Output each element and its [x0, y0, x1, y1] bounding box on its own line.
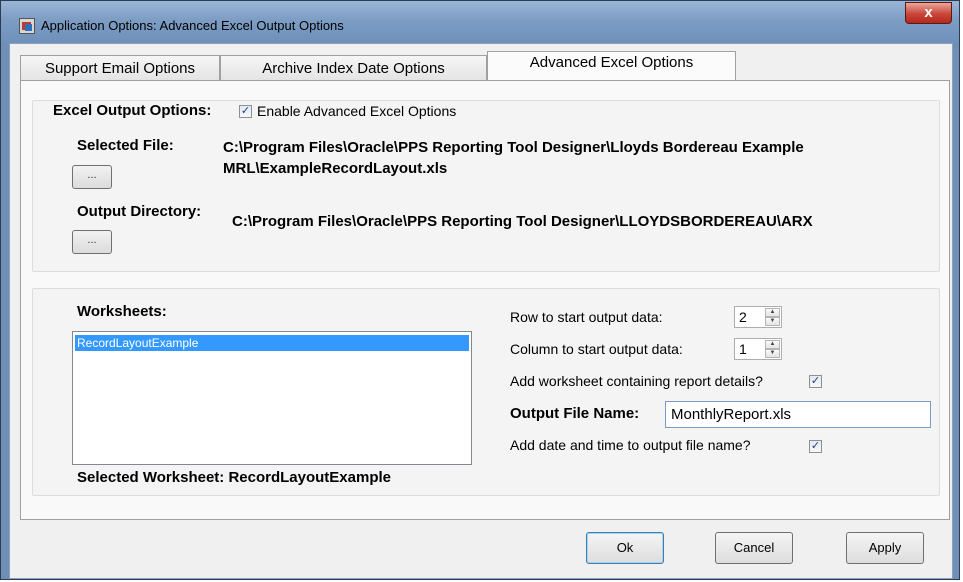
spinner-down-icon[interactable]: ▼ — [765, 317, 780, 326]
options-window: Application Options: Advanced Excel Outp… — [0, 0, 960, 580]
tab-advanced-excel[interactable]: Advanced Excel Options — [487, 51, 736, 80]
add-worksheet-label: Add worksheet containing report details? — [510, 373, 763, 389]
tab-archive-index-date[interactable]: Archive Index Date Options — [220, 55, 487, 80]
title-bar[interactable]: Application Options: Advanced Excel Outp… — [1, 1, 959, 43]
row-start-label: Row to start output data: — [510, 309, 663, 325]
column-start-label: Column to start output data: — [510, 341, 683, 357]
row-start-spinner[interactable]: 2 ▲ ▼ — [734, 306, 782, 328]
output-file-name-label: Output File Name: — [510, 405, 640, 422]
worksheets-listbox[interactable]: RecordLayoutExample — [72, 331, 472, 465]
enable-advanced-label: Enable Advanced Excel Options — [257, 103, 457, 119]
browse-file-button[interactable]: ... — [72, 165, 112, 189]
add-datetime-label: Add date and time to output file name? — [510, 437, 751, 453]
column-start-spinner[interactable]: 1 ▲ ▼ — [734, 338, 782, 360]
column-start-value: 1 — [739, 341, 747, 357]
spinner-up-icon[interactable]: ▲ — [765, 340, 780, 349]
apply-button[interactable]: Apply — [846, 532, 924, 564]
enable-advanced-checkbox[interactable]: ✓ — [239, 105, 252, 118]
worksheets-label: Worksheets: — [77, 303, 167, 320]
selected-worksheet-label: Selected Worksheet: RecordLayoutExample — [77, 469, 391, 486]
app-icon — [19, 18, 35, 34]
spinner-up-icon[interactable]: ▲ — [765, 308, 780, 317]
cancel-button[interactable]: Cancel — [715, 532, 793, 564]
browse-directory-button[interactable]: ... — [72, 230, 112, 254]
excel-output-group-label: Excel Output Options: — [53, 102, 216, 119]
ok-button[interactable]: Ok — [586, 532, 664, 564]
output-file-name-input[interactable]: MonthlyReport.xls — [665, 401, 931, 428]
output-directory-label: Output Directory: — [77, 203, 202, 220]
add-datetime-checkbox[interactable]: ✓ — [809, 440, 822, 453]
output-directory-path: C:\Program Files\Oracle\PPS Reporting To… — [232, 213, 813, 230]
window-title: Application Options: Advanced Excel Outp… — [41, 18, 344, 33]
row-start-value: 2 — [739, 309, 747, 325]
list-item[interactable]: RecordLayoutExample — [75, 335, 469, 351]
close-button[interactable]: x — [905, 2, 952, 24]
excel-output-group — [32, 100, 940, 272]
add-worksheet-checkbox[interactable]: ✓ — [809, 375, 822, 388]
tab-support-email[interactable]: Support Email Options — [20, 55, 220, 80]
selected-file-path-line2: MRL\ExampleRecordLayout.xls — [223, 160, 448, 177]
dialog-body: Support Email Options Archive Index Date… — [9, 43, 953, 579]
spinner-down-icon[interactable]: ▼ — [765, 349, 780, 358]
selected-file-path-line1: C:\Program Files\Oracle\PPS Reporting To… — [223, 139, 804, 156]
selected-file-label: Selected File: — [77, 137, 174, 154]
